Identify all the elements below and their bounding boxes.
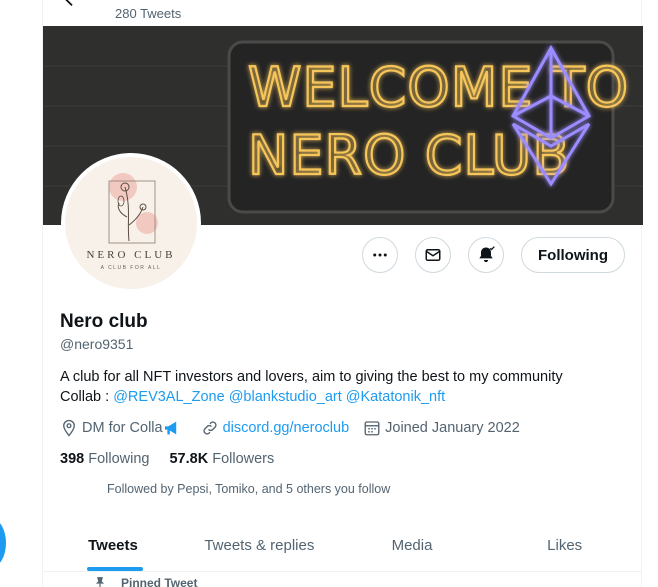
pinned-tweet-label: Pinned Tweet [93, 576, 197, 587]
location-text: DM for Colla [82, 420, 163, 436]
pin-icon [95, 577, 105, 587]
tab-media[interactable]: Media [336, 520, 489, 571]
following-count: 398 [60, 451, 85, 467]
mail-icon [425, 249, 441, 261]
bell-icon [479, 246, 495, 263]
profile-bio: A club for all NFT investors and lovers,… [60, 367, 620, 407]
followed-by[interactable]: Followed by Pepsi, Tomiko, and 5 others … [79, 481, 390, 497]
profile-handle: @nero9351 [60, 336, 134, 352]
profile-header: 280 Tweets [43, 0, 641, 26]
bio-line: A club for all NFT investors and lovers,… [60, 369, 563, 385]
avatar-title: NERO CLUB [86, 249, 176, 261]
more-button[interactable] [362, 237, 399, 273]
tab-likes[interactable]: Likes [488, 520, 641, 571]
profile-tabs: Tweets Tweets & replies Media Likes [43, 520, 641, 572]
floating-compose-button[interactable] [0, 519, 6, 567]
pinned-text: Pinned Tweet [121, 576, 198, 587]
mention-link[interactable]: @Katatonik_nft [346, 389, 445, 405]
location-item: DM for Colla [60, 419, 187, 437]
profile-column: 280 Tweets WELCOME TO NERO CLUB NERO CLU… [42, 0, 643, 587]
notifications-button[interactable] [468, 237, 505, 273]
avatar-subtitle: A CLUB FOR ALL [100, 265, 162, 271]
following-stat[interactable]: 398 Following [60, 451, 149, 467]
tweet-count: 280 Tweets [115, 6, 182, 21]
following-button[interactable]: Following [521, 237, 625, 273]
tab-tweets-replies[interactable]: Tweets & replies [183, 520, 336, 571]
mention-link[interactable]: @blankstudio_art [229, 389, 342, 405]
follower-avatar [79, 481, 95, 497]
profile-avatar[interactable]: NERO CLUB A CLUB FOR ALL [61, 153, 201, 293]
followed-by-text: Followed by Pepsi, Tomiko, and 5 others … [107, 482, 391, 496]
followers-stat[interactable]: 57.8K Followers [169, 451, 274, 467]
mention-link[interactable]: @REV3AL_Zone [113, 389, 224, 405]
megaphone-icon [164, 421, 176, 435]
banner-line-2: NERO CLUB [248, 124, 570, 187]
link-icon [203, 421, 217, 435]
bio-collab-label: Collab : [60, 389, 114, 405]
message-button[interactable] [415, 237, 452, 273]
profile-meta: DM for Colla discord.gg/neroclub Joined … [60, 419, 534, 437]
following-label: Following [88, 451, 150, 467]
followers-count: 57.8K [169, 451, 209, 467]
website-link[interactable]: discord.gg/neroclub [223, 420, 350, 436]
joined-item: Joined January 2022 [363, 419, 520, 437]
calendar-icon [364, 421, 380, 436]
tab-tweets[interactable]: Tweets [43, 520, 183, 571]
back-arrow-icon[interactable] [61, 0, 83, 10]
location-icon [63, 419, 75, 437]
profile-name: Nero club [60, 311, 148, 332]
website-item: discord.gg/neroclub [201, 419, 350, 437]
profile-stats: 398 Following 57.8K Followers [60, 451, 274, 467]
joined-text: Joined January 2022 [385, 420, 520, 436]
followers-label: Followers [212, 451, 275, 467]
profile-actions: Following [362, 237, 625, 273]
more-icon [373, 253, 387, 257]
